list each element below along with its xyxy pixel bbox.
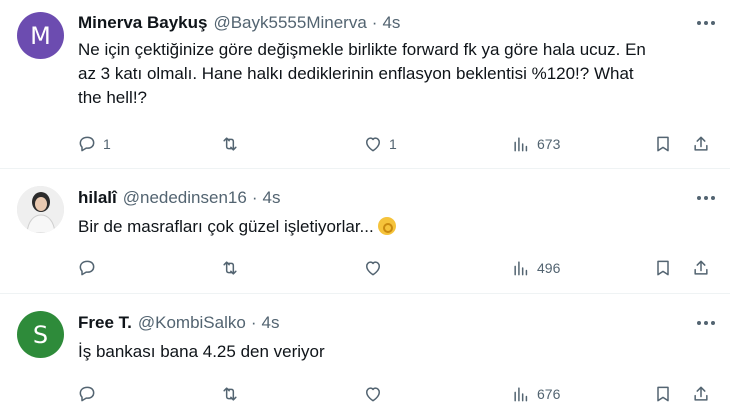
author-name[interactable]: Minerva Baykuş [78,13,207,33]
avatar[interactable]: S [17,311,64,358]
bookmark-button[interactable] [653,255,673,281]
tweet-text-line: az 3 katı olmalı. Hane halkı dediklerini… [78,64,634,83]
reply-button[interactable] [77,255,97,281]
share-button[interactable] [691,131,711,157]
retweet-button[interactable] [220,255,240,281]
bookmark-icon [657,260,669,276]
avatar-photo [17,186,64,233]
timestamp[interactable]: 4s [263,188,281,208]
tweet-text-line: the hell!? [78,88,147,107]
tweet[interactable]: M Minerva Baykuş @Bayk5555Minerva · 4s N… [0,0,730,168]
tweet-header: Minerva Baykuş @Bayk5555Minerva · 4s [78,12,400,34]
tweet-text: İş bankası bana 4.25 den veriyor [78,340,718,364]
ok-hand-emoji [377,217,396,235]
author-handle[interactable]: @KombiSalko [138,313,246,333]
author-handle[interactable]: @Bayk5555Minerva [213,13,366,33]
like-button[interactable] [363,381,383,407]
views-chart-icon [514,387,528,402]
tweet[interactable]: S Free T. @KombiSalko · 4s İş bankası ba… [0,294,730,420]
views-button[interactable]: 496 [511,255,560,281]
tweet-header: hilalî @nededinsen16 · 4s [78,187,280,209]
reply-count: 1 [103,136,111,152]
reply-icon [79,260,95,276]
views-count: 676 [537,386,561,402]
avatar[interactable] [17,186,64,233]
author-handle[interactable]: @nededinsen16 [123,188,247,208]
avatar[interactable]: M [17,12,64,59]
reply-icon [79,136,95,152]
views-button[interactable]: 673 [511,131,560,157]
action-bar: 1 1 673 [70,131,720,157]
bookmark-icon [657,136,669,152]
author-name[interactable]: hilalî [78,188,117,208]
retweet-icon [223,261,237,275]
action-bar: 676 [70,381,720,407]
heart-icon [366,137,380,152]
author-name[interactable]: Free T. [78,313,132,333]
views-count: 673 [537,136,561,152]
reply-button[interactable]: 1 [77,131,111,157]
heart-icon [366,387,380,402]
tweet-text: Ne için çektiğinize göre değişmekle birl… [78,38,718,110]
separator-dot: · [251,188,258,207]
tweet[interactable]: hilalî @nededinsen16 · 4s Bir de masrafl… [0,169,730,293]
views-button[interactable]: 676 [511,381,560,407]
reply-icon [79,386,95,402]
more-options-icon[interactable] [697,313,715,333]
share-icon [694,386,708,401]
views-chart-icon [514,137,528,152]
action-bar: 496 [70,255,720,281]
heart-icon [366,261,380,276]
bookmark-button[interactable] [653,131,673,157]
tweet-text-line: Ne için çektiğinize göre değişmekle birl… [78,40,646,59]
reply-button[interactable] [77,381,97,407]
like-button[interactable] [363,255,383,281]
tweet-header: Free T. @KombiSalko · 4s [78,312,279,334]
views-count: 496 [537,260,561,276]
share-button[interactable] [691,255,711,281]
bookmark-icon [657,386,669,402]
more-options-icon[interactable] [697,13,715,33]
timestamp[interactable]: 4s [262,313,280,333]
like-count: 1 [389,136,397,152]
retweet-button[interactable] [220,381,240,407]
views-chart-icon [514,261,528,276]
tweet-text: Bir de masrafları çok güzel işletiyorlar… [78,215,718,239]
timestamp[interactable]: 4s [382,13,400,33]
retweet-button[interactable] [220,131,240,157]
tweet-text-line: İş bankası bana 4.25 den veriyor [78,342,325,361]
separator-dot: · [371,13,378,32]
separator-dot: · [250,313,257,332]
like-button[interactable]: 1 [363,131,397,157]
bookmark-button[interactable] [653,381,673,407]
tweet-text-line: Bir de masrafları çok güzel işletiyorlar… [78,217,374,236]
more-options-icon[interactable] [697,188,715,208]
retweet-icon [223,137,237,151]
retweet-icon [223,387,237,401]
share-icon [694,260,708,275]
share-icon [694,136,708,151]
share-button[interactable] [691,381,711,407]
